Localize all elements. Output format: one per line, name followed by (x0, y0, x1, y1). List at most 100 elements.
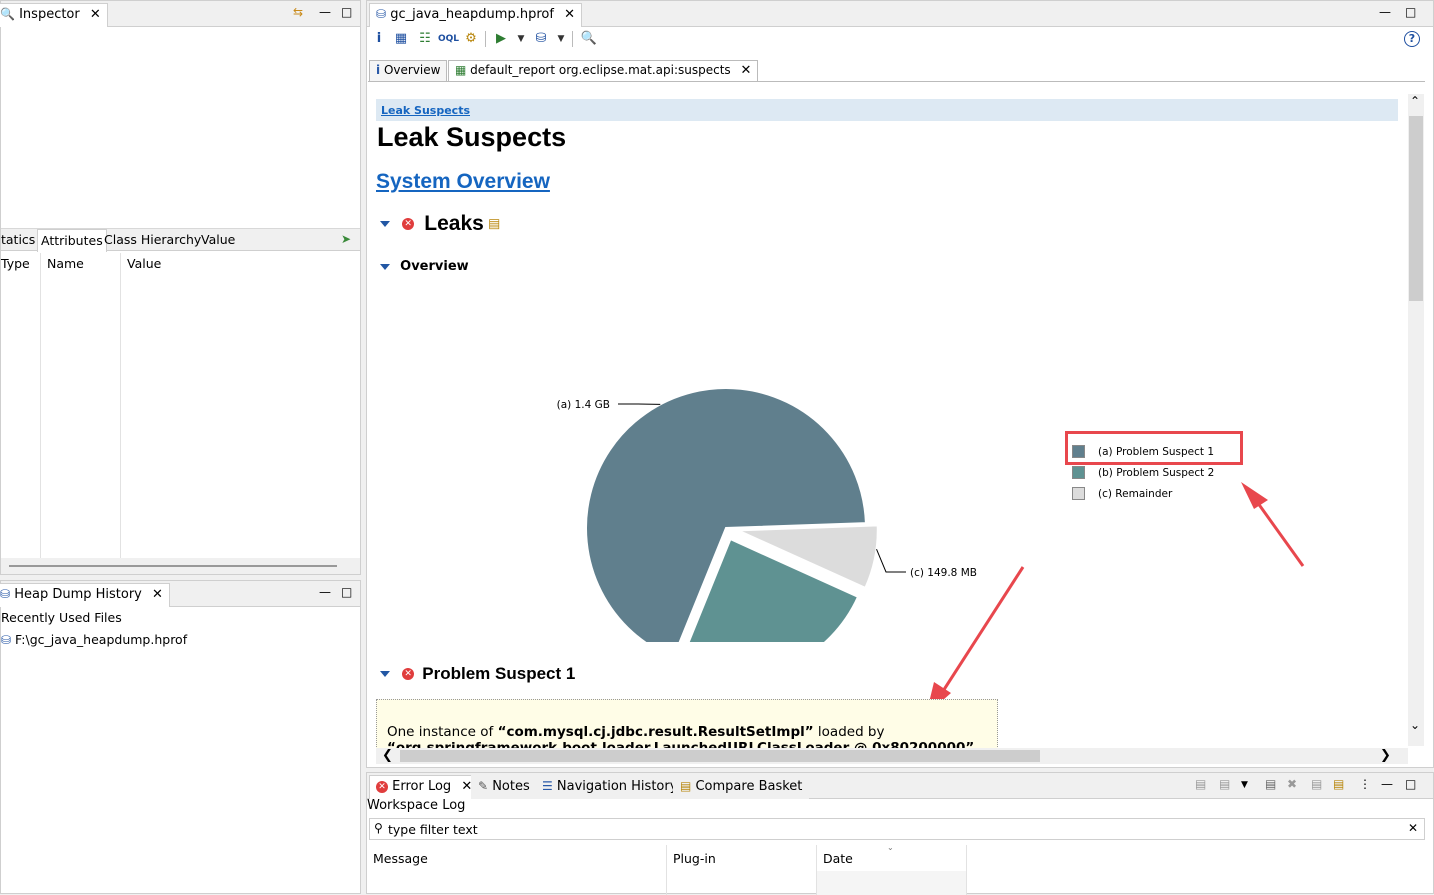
database-icon: ⛁ (1, 633, 11, 647)
col-value: Value (127, 256, 161, 271)
problem-class-name: “com.mysql.cj.jdbc.result.ResultSetImpl” (498, 724, 814, 740)
dominator-tree-icon[interactable]: ☷ (416, 30, 434, 48)
workspace-log-label: Workspace Log (367, 798, 465, 813)
history-title: Heap Dump History (14, 587, 142, 602)
view-menu-icon[interactable]: ⋮ (1359, 777, 1371, 791)
problem-classloader: “org.springframework.boot.loader.Launche… (387, 740, 974, 748)
recent-file-item[interactable]: ⛁ F:\gc_java_heapdump.hprof (1, 632, 187, 647)
run-report-icon[interactable]: ▶ (492, 30, 510, 48)
error-icon: ✕ (402, 668, 414, 680)
dropdown-arrow-icon[interactable]: ▼ (552, 30, 570, 48)
minimize-icon[interactable]: — (1379, 5, 1391, 19)
tab-navigation-history[interactable]: ☰ Navigation History (535, 775, 684, 799)
maximize-icon[interactable]: □ (1405, 777, 1416, 791)
maximize-icon[interactable]: □ (341, 5, 352, 19)
export-log-icon[interactable]: ▤ (1195, 777, 1206, 791)
inspector-title: Inspector (19, 7, 80, 22)
tab-notes[interactable]: ✎ Notes (471, 775, 537, 799)
notes-icon: ✎ (478, 779, 488, 793)
col-divider (966, 845, 967, 895)
report-icon: ▦ (455, 63, 466, 77)
minimize-icon[interactable]: — (319, 5, 331, 19)
query-browser-icon[interactable]: ⛁ (532, 30, 550, 48)
arrow-head-to-legend (1241, 482, 1268, 509)
col-message: Message (373, 851, 428, 866)
tab-default-report[interactable]: ▦ default_report org.eclipse.mat.api:sus… (448, 60, 758, 82)
filter-field[interactable]: ⚲ type filter text ✕ (369, 818, 1425, 840)
thread-icon[interactable]: ⚙ (462, 30, 480, 48)
tab-overview[interactable]: i Overview (369, 60, 447, 82)
oql-icon[interactable]: OQL (438, 30, 456, 48)
minimize-icon[interactable]: — (319, 585, 331, 599)
info-icon: i (376, 63, 380, 77)
navigation-history-label: Navigation History (557, 779, 678, 794)
tab-compare-basket[interactable]: ▤ Compare Basket (673, 775, 809, 799)
tab-class-hierarchy[interactable]: Class Hierarchy (104, 232, 201, 247)
horizontal-scrollbar[interactable]: ❮ ❯ (376, 748, 1408, 764)
close-icon[interactable]: ✕ (152, 587, 163, 602)
col-divider (40, 253, 41, 558)
bottom-tabbar: ✕ Error Log ✕ ✎ Notes ☰ Navigation Histo… (367, 773, 1433, 799)
basket-icon: ▤ (680, 779, 691, 793)
delete-log-icon[interactable]: ✖ (1287, 777, 1297, 791)
restore-log-icon[interactable]: ▤ (1333, 777, 1344, 791)
histogram-icon[interactable]: ▦ (392, 30, 410, 48)
vertical-scrollbar[interactable]: ⌃ ⌄ (1408, 94, 1424, 746)
scrollbar-thumb[interactable] (400, 750, 1040, 762)
arrow-line-to-suspect (936, 567, 1023, 702)
open-log-icon[interactable]: ▤ (1311, 777, 1322, 791)
close-icon[interactable]: ✕ (90, 7, 101, 22)
info-icon[interactable]: i (370, 30, 388, 48)
tab-value[interactable]: Value (201, 232, 235, 247)
problem-text-prefix: One instance of (387, 724, 498, 740)
clear-log-icon[interactable]: ▤ (1265, 777, 1276, 791)
tab-statics[interactable]: tatics (1, 232, 35, 247)
link-icon[interactable]: ⇆ (293, 5, 303, 19)
problem-text-suffix: loaded by (814, 724, 885, 740)
minimize-icon[interactable]: — (1381, 777, 1393, 791)
problem-heading-row: ✕ Problem Suspect 1 (380, 664, 575, 684)
report-tab-label: default_report org.eclipse.mat.api:suspe… (470, 63, 730, 77)
error-log-label: Error Log (392, 779, 451, 794)
tab-heapdump-file[interactable]: ⛁ gc_java_heapdump.hprof ✕ (369, 3, 582, 27)
col-divider (120, 253, 121, 558)
pin-icon[interactable]: ➤ (341, 232, 351, 246)
database-icon: ⛁ (376, 7, 386, 21)
database-icon: ⛁ (0, 587, 10, 601)
inspector-subtabs: tatics Attributes Class Hierarchy Value … (1, 228, 360, 251)
tab-inspector[interactable]: 🔍 Inspector ✕ (0, 3, 108, 27)
close-icon[interactable]: ✕ (564, 7, 575, 22)
close-icon[interactable]: ✕ (740, 63, 751, 78)
clear-filter-icon[interactable]: ✕ (1408, 821, 1418, 835)
col-date: Date (823, 851, 853, 866)
overview-tab-label: Overview (384, 63, 441, 77)
import-log-icon[interactable]: ▤ (1219, 777, 1230, 791)
toolbar-separator (572, 31, 573, 47)
horizontal-scrollbar[interactable] (1, 558, 360, 574)
scroll-up-icon[interactable]: ⌃ (1410, 94, 1420, 108)
search-icon[interactable]: 🔍 (580, 30, 598, 48)
editor-tabbar: ⛁ gc_java_heapdump.hprof ✕ — □ (367, 1, 1433, 27)
recent-file-path: F:\gc_java_heapdump.hprof (15, 632, 187, 647)
dropdown-arrow-icon[interactable]: ▼ (1241, 780, 1248, 790)
error-log-panel: ✕ Error Log ✕ ✎ Notes ☰ Navigation Histo… (366, 772, 1434, 894)
scroll-right-icon[interactable]: ❯ (1380, 748, 1391, 763)
tab-attributes[interactable]: Attributes (37, 229, 107, 252)
scroll-left-icon[interactable]: ❮ (382, 748, 393, 763)
scroll-down-icon[interactable]: ⌄ (1410, 718, 1420, 732)
tab-heap-dump-history[interactable]: ⛁ Heap Dump History ✕ (0, 583, 170, 607)
notes-label: Notes (492, 779, 530, 794)
dropdown-arrow-icon[interactable]: ▼ (512, 30, 530, 48)
search-icon: ⚲ (374, 821, 383, 835)
history-tabbar: ⛁ Heap Dump History ✕ — □ (1, 581, 360, 607)
tab-error-log[interactable]: ✕ Error Log ✕ (369, 775, 479, 799)
filter-placeholder: type filter text (388, 822, 478, 837)
help-icon[interactable]: ? (1404, 31, 1420, 47)
collapse-icon[interactable] (380, 671, 390, 677)
annotation-arrows (368, 82, 1408, 748)
maximize-icon[interactable]: □ (1405, 5, 1416, 19)
navigation-icon: ☰ (542, 779, 553, 793)
maximize-icon[interactable]: □ (341, 585, 352, 599)
problem-description-box: One instance of “com.mysql.cj.jdbc.resul… (376, 699, 998, 748)
scrollbar-thumb[interactable] (1409, 116, 1423, 301)
